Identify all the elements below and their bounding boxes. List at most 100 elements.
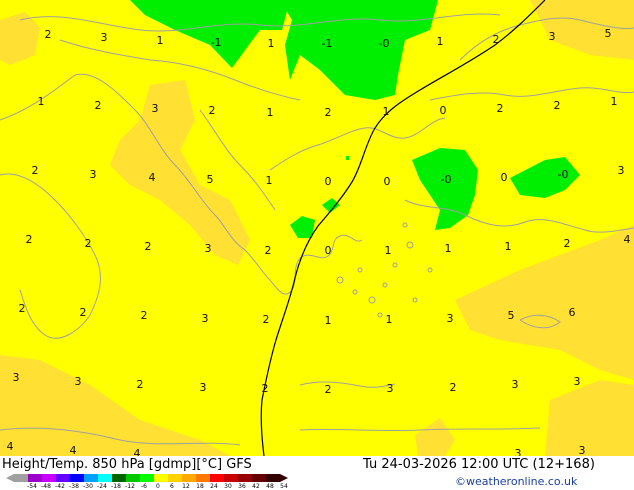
temperature-label: 3 <box>549 30 556 43</box>
temperature-label: 3 <box>202 312 209 325</box>
temperature-label: 2 <box>497 102 504 115</box>
temperature-label: 4 <box>70 444 77 456</box>
temperature-label: 3 <box>101 31 108 44</box>
temperature-label: -0 <box>558 168 569 181</box>
scale-swatch <box>252 474 266 482</box>
scale-tick-label: 54 <box>280 483 288 490</box>
temperature-label: 5 <box>605 27 612 40</box>
scale-tick-label: -12 <box>124 483 136 490</box>
map-title: Height/Temp. 850 hPa [gdmp][°C] GFS <box>2 457 252 472</box>
temperature-label: 1 <box>445 242 452 255</box>
scale-swatch <box>112 474 126 482</box>
temperature-label: 1 <box>325 314 332 327</box>
scale-tick-label: 18 <box>196 483 204 490</box>
map-footer: Height/Temp. 850 hPa [gdmp][°C] GFS Tu 2… <box>0 456 634 490</box>
scale-swatch <box>56 474 70 482</box>
temperature-label: 3 <box>13 371 20 384</box>
scale-tick-label: -42 <box>54 483 66 490</box>
temperature-label: 3 <box>618 164 625 177</box>
cold-patch-dot <box>346 156 349 160</box>
scale-tick-label: -54 <box>26 483 38 490</box>
temperature-label: 1 <box>268 37 275 50</box>
temperature-label: 2 <box>325 383 332 396</box>
temperature-label: 3 <box>579 444 586 456</box>
scale-swatch <box>224 474 238 482</box>
temperature-label: 4 <box>134 447 141 456</box>
temperature-label: 2 <box>85 237 92 250</box>
temperature-label: 2 <box>554 99 561 112</box>
temperature-label: 1 <box>385 244 392 257</box>
temperature-label: 5 <box>508 309 515 322</box>
temperature-map: 2 3 1 -1 1 -1 -0 1 2 3 5 1 2 3 2 1 2 1 0 2 2 1 2 3 4 5 1 0 0 -0 0 -0 3 2 2… <box>0 0 634 456</box>
credit-link[interactable]: ©weatheronline.co.uk <box>455 474 577 489</box>
temperature-label: 2 <box>26 233 33 246</box>
temperature-label: 2 <box>450 381 457 394</box>
temperature-label: 3 <box>90 168 97 181</box>
temperature-label: 1 <box>266 174 273 187</box>
temperature-label: 4 <box>7 440 14 453</box>
scale-swatch <box>14 474 28 482</box>
temperature-label: 2 <box>145 240 152 253</box>
temperature-label: 2 <box>325 106 332 119</box>
temperature-label: -1 <box>211 36 222 49</box>
scale-tick-label: -38 <box>68 483 80 490</box>
scale-tick-label: 36 <box>238 483 246 490</box>
temperature-label: 4 <box>624 233 631 246</box>
scale-arrow-right <box>280 474 288 482</box>
scale-swatch <box>168 474 182 482</box>
temperature-label: 1 <box>386 313 393 326</box>
scale-tick-label: 30 <box>224 483 232 490</box>
color-scale-swatches <box>6 474 288 482</box>
scale-swatch <box>182 474 196 482</box>
temperature-label: 2 <box>45 28 52 41</box>
temperature-label: 5 <box>207 173 214 186</box>
temperature-label: 2 <box>493 33 500 46</box>
temperature-label: -0 <box>379 37 390 50</box>
scale-swatch <box>140 474 154 482</box>
temperature-label: 1 <box>157 34 164 47</box>
temperature-label: 4 <box>149 171 156 184</box>
temperature-label: 3 <box>205 242 212 255</box>
temperature-label: 2 <box>262 382 269 395</box>
scale-tick-label: -18 <box>110 483 122 490</box>
temperature-label: 1 <box>437 35 444 48</box>
scale-arrow-left <box>6 474 14 482</box>
temperature-label: 2 <box>137 378 144 391</box>
scale-swatch <box>266 474 280 482</box>
weather-map-view: 2 3 1 -1 1 -1 -0 1 2 3 5 1 2 3 2 1 2 1 0 2 2 1 2 3 4 5 1 0 0 -0 0 -0 3 2 2… <box>0 0 634 490</box>
scale-swatch <box>196 474 210 482</box>
temperature-label: 0 <box>501 171 508 184</box>
scale-tick-label: 48 <box>266 483 274 490</box>
temperature-label: 2 <box>80 306 87 319</box>
scale-swatch <box>238 474 252 482</box>
scale-swatch <box>42 474 56 482</box>
temperature-label: -1 <box>322 37 333 50</box>
temperature-label: -0 <box>441 173 452 186</box>
scale-tick-label: -30 <box>82 483 94 490</box>
temperature-label: 3 <box>152 102 159 115</box>
scale-tick-label: -48 <box>40 483 52 490</box>
temperature-label: 2 <box>263 313 270 326</box>
color-scale-ticks: -54 -48 -42 -38 -30 -24 -18 -12 -6 0 6 12 18 24 30 36 42… <box>25 483 291 490</box>
temperature-label: 2 <box>564 237 571 250</box>
temperature-label: 1 <box>38 95 45 108</box>
temperature-label: 1 <box>611 95 618 108</box>
scale-swatch <box>98 474 112 482</box>
temperature-label: 3 <box>75 375 82 388</box>
scale-tick-label: -24 <box>96 483 108 490</box>
scale-tick-label: 12 <box>182 483 190 490</box>
temperature-label: 2 <box>141 309 148 322</box>
scale-swatch <box>154 474 168 482</box>
temperature-label: 0 <box>384 175 391 188</box>
scale-tick-label: 6 <box>170 483 174 490</box>
scale-tick-label: 0 <box>156 483 160 490</box>
temperature-label: 2 <box>19 302 26 315</box>
scale-tick-label: -6 <box>140 483 148 490</box>
temperature-label: 3 <box>447 312 454 325</box>
temperature-label: 2 <box>265 244 272 257</box>
temperature-label: 0 <box>325 244 332 257</box>
scale-swatch <box>210 474 224 482</box>
temperature-label: 3 <box>200 381 207 394</box>
scale-swatch <box>126 474 140 482</box>
temperature-label: 2 <box>209 104 216 117</box>
